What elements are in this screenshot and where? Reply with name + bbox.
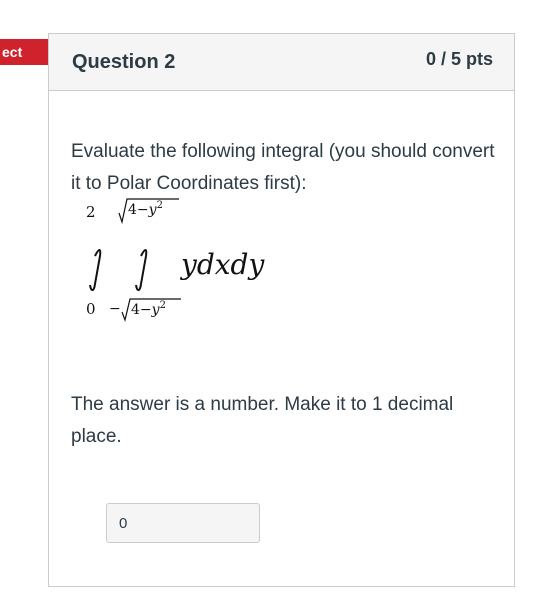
question-card: Question 2 0 / 5 pts Evaluate the follow… (48, 33, 515, 587)
question-instruction: The answer is a number. Make it to 1 dec… (71, 394, 454, 447)
inner-lower-minus: − (109, 301, 121, 317)
answer-input[interactable] (106, 503, 260, 543)
question-header: Question 2 0 / 5 pts (49, 34, 514, 91)
inner-integral-sign (135, 249, 148, 292)
question-points: 0 / 5 pts (425, 49, 493, 69)
outer-lower-limit: 0 (86, 300, 96, 318)
outer-upper-limit: 2 (86, 203, 96, 221)
integral-formula: 2 0 4−y2 − 4−y2 ydxdy (86, 198, 265, 323)
inner-lower-limit: 4−y2 (131, 300, 166, 318)
quiz-page: ect Question 2 0 / 5 pts Evaluate the fo… (0, 0, 556, 603)
integrand: ydxdy (179, 248, 265, 281)
outer-integral-sign (89, 249, 102, 292)
question-title: Question 2 (72, 51, 176, 73)
question-prompt: Evaluate the following integral (you sho… (71, 141, 495, 194)
inner-upper-limit: 4−y2 (128, 200, 163, 218)
